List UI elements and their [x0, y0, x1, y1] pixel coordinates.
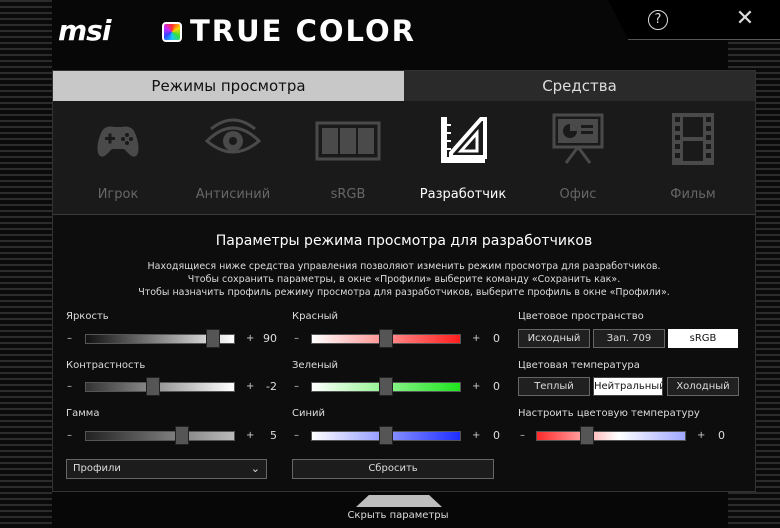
- gamma-label: Гамма: [66, 408, 100, 419]
- contrast-value: -2: [266, 380, 277, 393]
- mode-label: Разработчик: [419, 187, 507, 202]
- color-temp-slider[interactable]: [536, 426, 686, 445]
- mode-movie[interactable]: Фильм: [638, 101, 748, 215]
- color-temperature-label: Цветовая температура: [518, 360, 640, 371]
- mode-label: Фильм: [670, 187, 716, 202]
- srgb-icon: [315, 121, 381, 161]
- mode-anti-blue[interactable]: Антисиний: [178, 101, 288, 215]
- green-slider[interactable]: [311, 377, 461, 396]
- presentation-icon: [552, 113, 604, 164]
- contrast-label: Контрастность: [66, 360, 146, 371]
- green-decrease[interactable]: –: [294, 381, 299, 392]
- profiles-dropdown-value: Профили: [73, 463, 121, 474]
- brightness-value: 90: [263, 332, 277, 345]
- help-button[interactable]: ?: [648, 10, 668, 30]
- color-temp-value: 0: [718, 429, 725, 442]
- mode-label: Офис: [559, 187, 597, 202]
- close-button[interactable]: ✕: [734, 8, 756, 30]
- settings-description-line: Чтобы сохранить параметры, в окне «Профи…: [187, 274, 621, 285]
- settings-title: Параметры режима просмотра для разработч…: [215, 233, 593, 249]
- tab-view-modes[interactable]: Режимы просмотра: [53, 71, 404, 101]
- main-panel: Режимы просмотра Средства Игрок Антисини…: [52, 70, 756, 492]
- contrast-slider-thumb[interactable]: [145, 377, 160, 396]
- left-decorative-stripes: [0, 0, 52, 528]
- red-slider[interactable]: [311, 329, 461, 348]
- contrast-decrease[interactable]: –: [67, 381, 72, 392]
- blue-slider-thumb[interactable]: [379, 426, 393, 445]
- contrast-slider[interactable]: [85, 377, 235, 396]
- brightness-slider[interactable]: [85, 329, 235, 348]
- film-icon: [672, 113, 714, 165]
- brightness-decrease[interactable]: –: [67, 333, 72, 344]
- eye-icon: [205, 118, 261, 154]
- collapse-arrow-icon[interactable]: [356, 495, 442, 507]
- mode-label: Антисиний: [195, 187, 271, 202]
- green-label: Зеленый: [292, 360, 339, 371]
- blue-value: 0: [493, 429, 500, 442]
- reset-button[interactable]: Сбросить: [292, 459, 494, 479]
- mode-label: Игрок: [97, 187, 139, 202]
- settings-description-line: Находящиеся ниже средства управления поз…: [147, 261, 661, 272]
- gamma-value: 5: [270, 429, 277, 442]
- title-bar: msi TRUE COLOR ? ✕: [0, 0, 780, 62]
- window-controls-divider: [628, 39, 780, 40]
- green-value: 0: [493, 380, 500, 393]
- brightness-label: Яркость: [66, 311, 109, 322]
- tab-tools[interactable]: Средства: [404, 71, 755, 101]
- gamma-decrease[interactable]: –: [67, 430, 72, 441]
- mode-office[interactable]: Офис: [523, 101, 633, 215]
- mode-developer[interactable]: Разработчик: [408, 101, 518, 215]
- chevron-down-icon: ⌄: [250, 462, 260, 475]
- mode-selector: Игрок Антисиний sRGB Разработчик Офис Фи…: [53, 101, 755, 215]
- blue-label: Синий: [292, 408, 326, 419]
- mode-srgb[interactable]: sRGB: [293, 101, 403, 215]
- msi-logo: msi: [58, 14, 111, 47]
- mode-label: sRGB: [330, 187, 366, 202]
- true-color-icon: [162, 22, 182, 42]
- red-value: 0: [493, 332, 500, 345]
- temperature-cool-button[interactable]: Холодный: [667, 377, 739, 396]
- color-temp-decrease[interactable]: –: [520, 430, 525, 441]
- temperature-warm-button[interactable]: Теплый: [518, 377, 590, 396]
- red-label: Красный: [292, 311, 339, 322]
- gamma-slider[interactable]: [85, 426, 235, 445]
- settings-description-line: Чтобы назначить профиль режиму просмотра…: [138, 287, 670, 298]
- profiles-dropdown[interactable]: Профили ⌄: [66, 459, 267, 479]
- green-slider-thumb[interactable]: [379, 377, 393, 396]
- color-space-native-button[interactable]: Исходный: [518, 329, 590, 348]
- temperature-neutral-button[interactable]: Нейтральный: [593, 377, 666, 396]
- blue-decrease[interactable]: –: [294, 430, 299, 441]
- mode-gamer[interactable]: Игрок: [63, 101, 173, 215]
- hide-settings-link[interactable]: Скрыть параметры: [300, 510, 496, 521]
- color-space-rec709-button[interactable]: Зап. 709: [593, 329, 665, 348]
- ruler-triangle-icon: [441, 117, 487, 163]
- brightness-slider-thumb[interactable]: [206, 329, 221, 348]
- red-slider-thumb[interactable]: [379, 329, 393, 348]
- color-space-srgb-button[interactable]: sRGB: [668, 329, 738, 348]
- app-title: TRUE COLOR: [190, 14, 416, 48]
- gamma-slider-thumb[interactable]: [175, 426, 190, 445]
- tab-bar: Режимы просмотра Средства: [53, 71, 755, 101]
- gamma-increase[interactable]: +: [246, 430, 254, 441]
- contrast-increase[interactable]: +: [246, 381, 254, 392]
- color-temp-adjust-label: Настроить цветовую температуру: [518, 408, 700, 419]
- blue-slider[interactable]: [311, 426, 461, 445]
- color-temp-slider-thumb[interactable]: [580, 426, 595, 445]
- red-decrease[interactable]: –: [294, 333, 299, 344]
- color-space-label: Цветовое пространство: [518, 311, 644, 322]
- gamepad-icon: [97, 126, 139, 157]
- brightness-increase[interactable]: +: [246, 333, 254, 344]
